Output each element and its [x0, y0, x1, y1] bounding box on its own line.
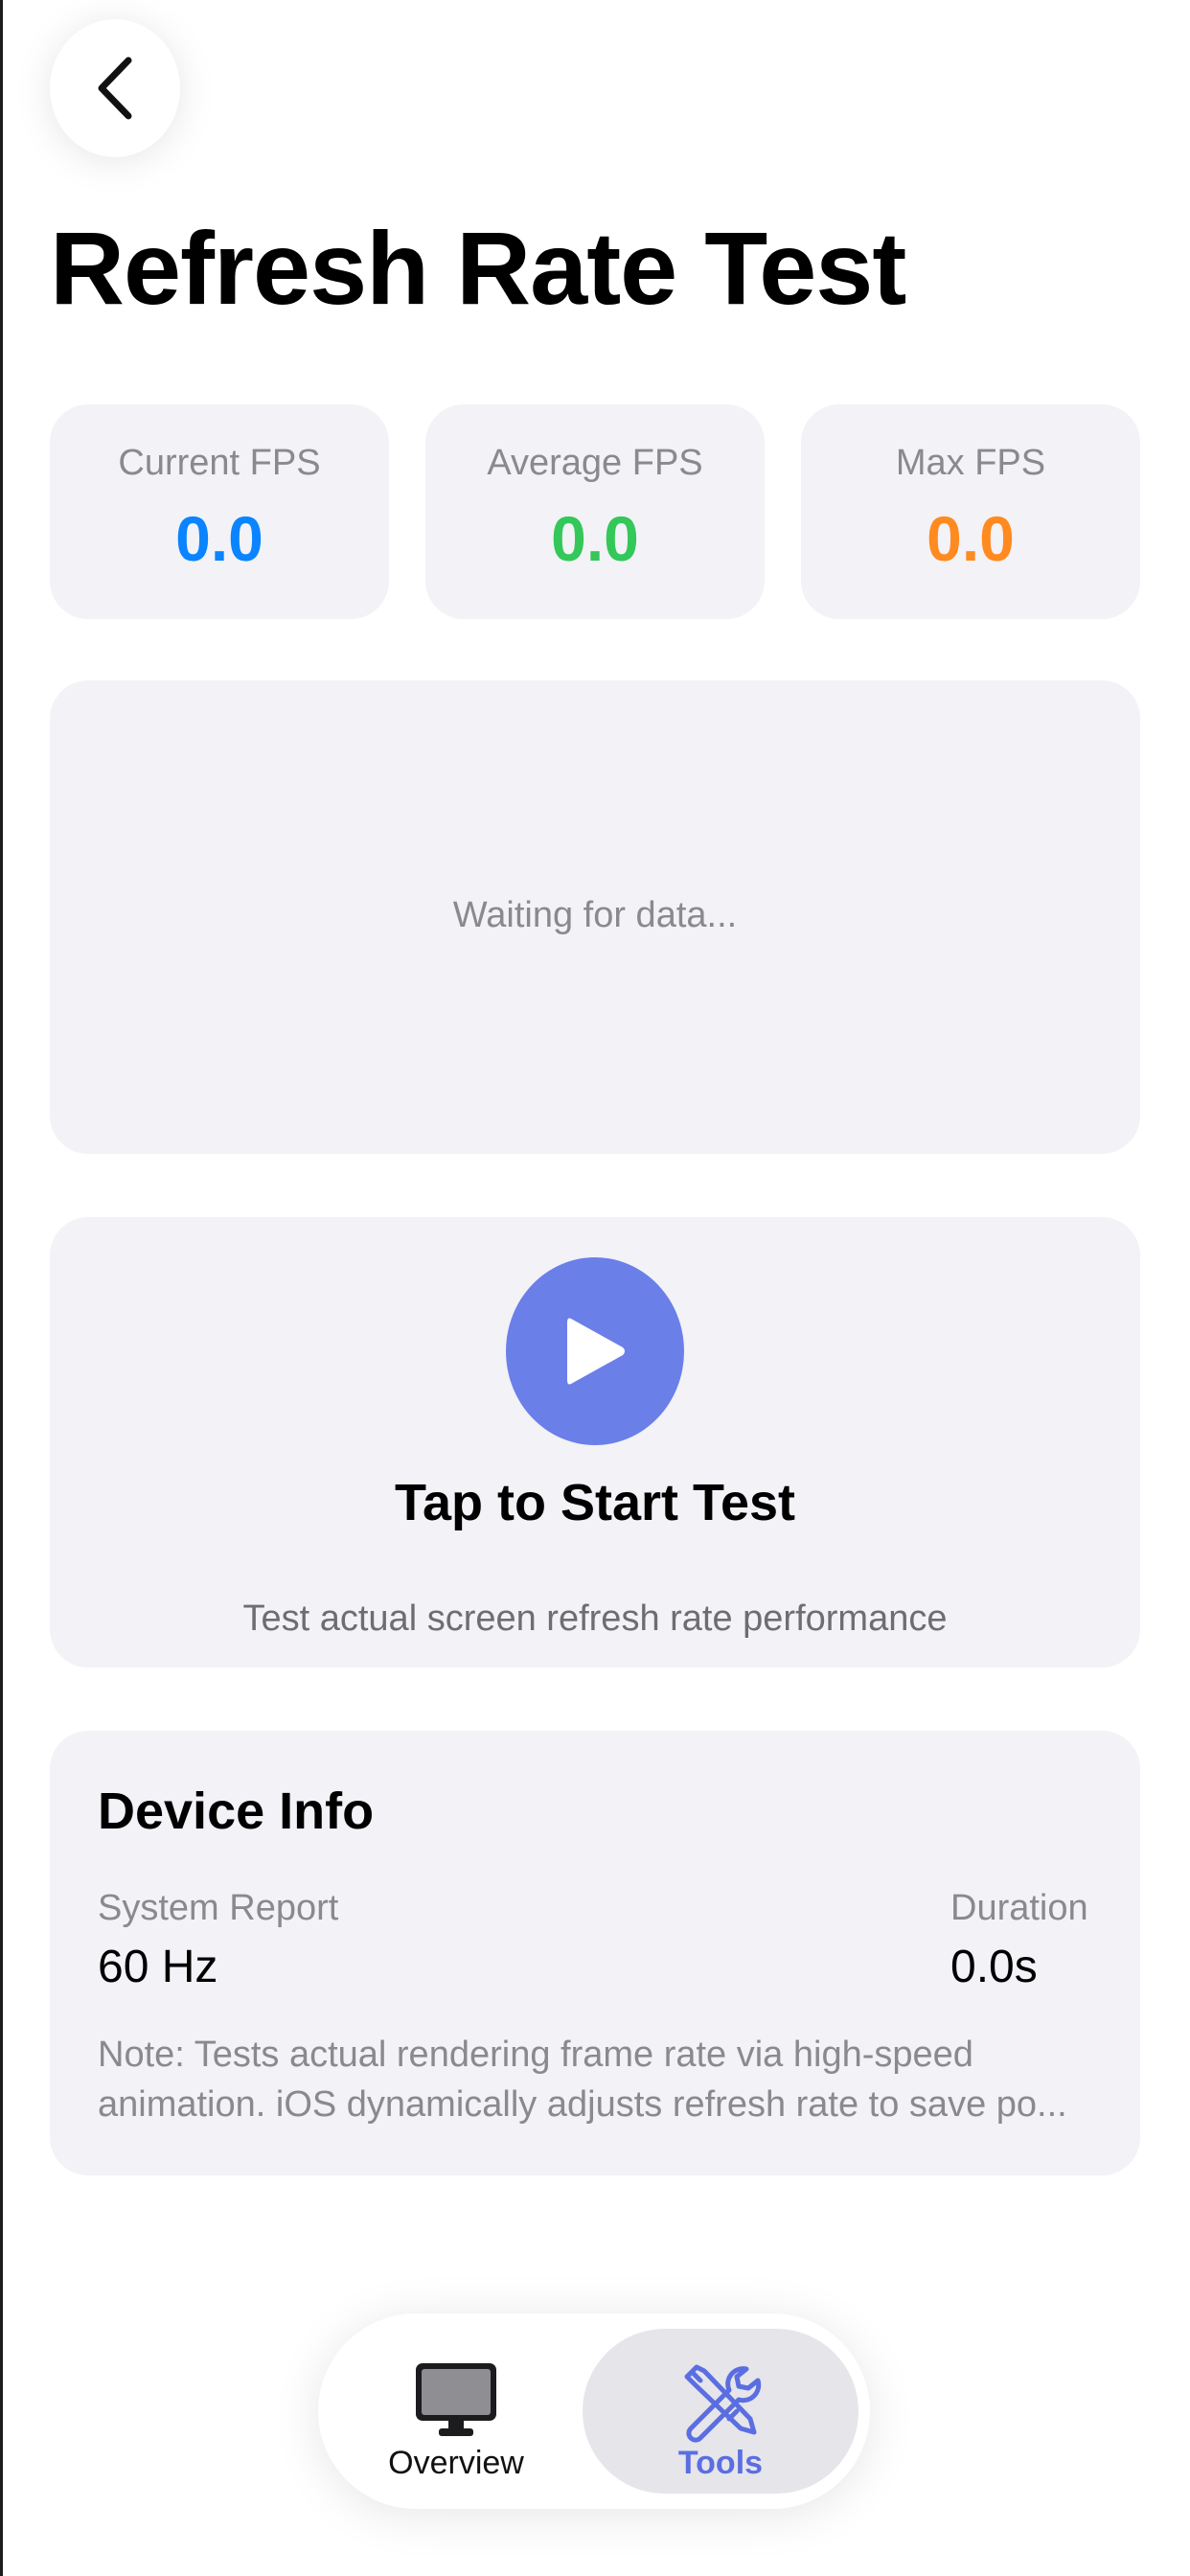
stat-card-max-fps: Max FPS 0.0 [801, 404, 1140, 619]
tab-tools[interactable]: Tools [583, 2329, 858, 2494]
device-info-card: Device Info System Report 60 Hz Duration… [50, 1731, 1140, 2175]
system-report-label: System Report [98, 1888, 339, 1928]
tab-overview-label: Overview [388, 2445, 524, 2481]
tab-overview[interactable]: Overview [337, 2329, 575, 2494]
current-fps-value: 0.0 [175, 503, 263, 574]
device-note-line-2: animation. iOS dynamically adjusts refre… [98, 2084, 1067, 2125]
max-fps-value: 0.0 [927, 503, 1015, 574]
tab-tools-label: Tools [677, 2445, 764, 2481]
tab-bar: Overview Tools [318, 2313, 870, 2509]
chart-placeholder-text: Waiting for data... [452, 895, 738, 935]
device-note-line-1: Note: Tests actual rendering frame rate … [98, 2035, 973, 2075]
tools-icon [583, 2361, 858, 2444]
screen-edge [0, 0, 3, 2576]
device-note: Note: Tests actual rendering frame rate … [98, 2030, 1094, 2129]
back-button[interactable] [50, 19, 180, 157]
current-fps-label: Current FPS [118, 443, 321, 483]
monitor-icon [337, 2361, 575, 2438]
system-report-value: 60 Hz [98, 1942, 218, 1992]
start-test-title: Tap to Start Test [394, 1474, 796, 1531]
play-icon [567, 1318, 625, 1385]
page-title: Refresh Rate Test [50, 210, 906, 326]
duration-label: Duration [950, 1888, 1088, 1928]
stat-card-average-fps: Average FPS 0.0 [425, 404, 765, 619]
fps-chart-area: Waiting for data... [50, 680, 1140, 1154]
start-test-subtitle: Test actual screen refresh rate performa… [242, 1598, 948, 1639]
stat-card-current-fps: Current FPS 0.0 [50, 404, 389, 619]
device-info-title: Device Info [98, 1782, 375, 1840]
duration-value: 0.0s [950, 1942, 1038, 1992]
start-test-button[interactable] [506, 1257, 684, 1445]
average-fps-value: 0.0 [551, 503, 639, 574]
average-fps-label: Average FPS [487, 443, 703, 483]
chevron-left-icon [98, 57, 132, 120]
max-fps-label: Max FPS [895, 443, 1046, 483]
